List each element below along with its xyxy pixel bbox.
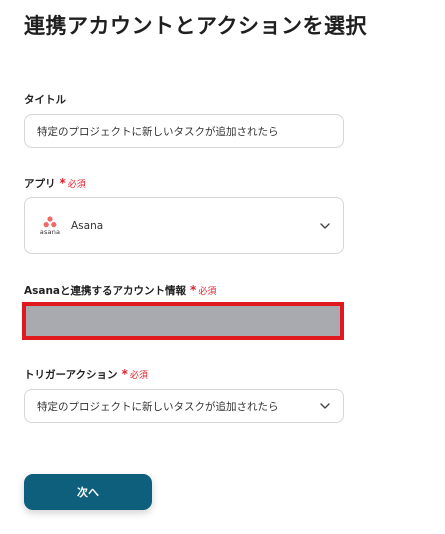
required-text: 必須 (67, 180, 86, 190)
asana-logo-wordmark: asana (39, 227, 61, 236)
app-field-label: アプリ * 必須 (24, 176, 86, 191)
asana-dots-icon (43, 216, 57, 227)
title-field-label: タイトル (24, 92, 66, 107)
chevron-down-icon (319, 220, 331, 232)
chevron-down-icon (319, 400, 331, 412)
account-select-masked[interactable] (22, 302, 344, 340)
title-input[interactable] (24, 114, 344, 148)
account-field-label-text: Asanaと連携するアカウント情報 (24, 285, 187, 297)
required-text: 必須 (129, 371, 148, 381)
app-select-value: Asana (71, 219, 104, 232)
required-mark: * (59, 176, 66, 190)
trigger-select-value: 特定のプロジェクトに新しいタスクが追加されたら (37, 400, 279, 413)
required-text: 必須 (198, 287, 217, 297)
next-button[interactable]: 次へ (24, 474, 152, 510)
app-field-label-text: アプリ (24, 178, 56, 190)
page-title: 連携アカウントとアクションを選択 (24, 14, 367, 38)
trigger-select[interactable]: 特定のプロジェクトに新しいタスクが追加されたら (24, 389, 344, 423)
account-field-label: Asanaと連携するアカウント情報 * 必須 (24, 283, 216, 298)
app-select[interactable]: asana Asana (24, 197, 344, 254)
required-mark: * (190, 283, 197, 297)
title-field-label-text: タイトル (24, 94, 66, 106)
required-mark: * (121, 367, 128, 381)
trigger-field-label: トリガーアクション * 必須 (24, 367, 148, 382)
trigger-field-label-text: トリガーアクション (24, 369, 118, 381)
asana-logo-icon: asana (37, 216, 63, 236)
